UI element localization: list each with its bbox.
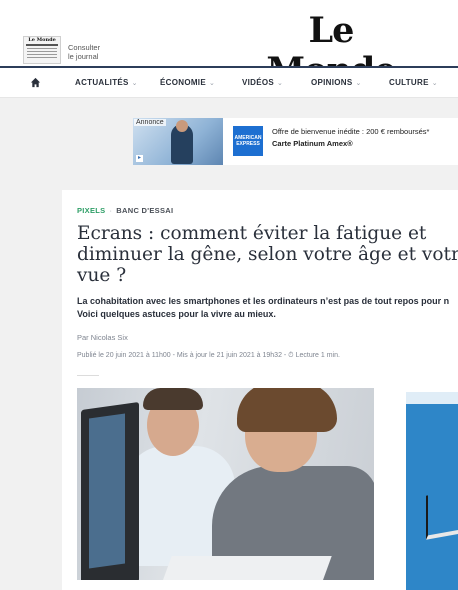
- amex-logo: AMERICAN EXPRESS: [233, 126, 263, 156]
- chevron-down-icon: ⌄: [277, 80, 284, 87]
- consult-line-2: le journal: [68, 52, 99, 61]
- title-line: vue ?: [77, 265, 127, 286]
- nav-item-actualites[interactable]: ACTUALITÉS ⌄: [75, 78, 138, 87]
- article-lead: La cohabitation avec les smartphones et …: [77, 295, 458, 321]
- article-author[interactable]: Par Nicolas Six: [77, 333, 128, 342]
- lead-line: Voici quelques astuces pour la vivre au …: [77, 309, 276, 319]
- ad-offer-text: Offre de bienvenue inédite : 200 € rembo…: [272, 127, 430, 136]
- nav-item-culture[interactable]: CULTURE ⌄: [389, 78, 438, 87]
- home-icon[interactable]: [30, 77, 41, 88]
- chevron-down-icon: ⌄: [355, 80, 362, 87]
- consult-line-1: Consulter: [68, 43, 101, 52]
- consult-journal-link[interactable]: Consulter le journal: [68, 43, 100, 61]
- article-title: Ecrans : comment éviter la fatigue et di…: [77, 223, 458, 286]
- chevron-down-icon: ⌄: [431, 80, 438, 87]
- ad-product-text: Carte Platinum Amex®: [272, 139, 353, 148]
- laptop-image: [426, 488, 458, 540]
- ad-label: Annonce: [134, 119, 166, 126]
- main-nav: ACTUALITÉS ⌄ ÉCONOMIE ⌄ VIDÉOS ⌄ OPINIONS ⌄ …: [0, 66, 458, 98]
- sidebar-ad[interactable]: [406, 392, 458, 590]
- chevron-down-icon: ⌄: [208, 80, 216, 87]
- nav-item-opinions[interactable]: OPINIONS ⌄: [311, 78, 362, 87]
- nav-item-videos[interactable]: VIDÉOS ⌄: [242, 78, 283, 87]
- article-kicker: PIXELS · BANC D'ESSAI: [77, 206, 174, 215]
- ad-image[interactable]: Annonce ▸: [133, 118, 223, 165]
- article-meta: Publié le 20 juin 2021 à 11h00 - Mis à j…: [77, 352, 340, 359]
- ad-banner[interactable]: Annonce ▸ AMERICAN EXPRESS Offre de bien…: [133, 118, 458, 165]
- article-photo: [77, 388, 374, 580]
- lead-line: La cohabitation avec les smartphones et …: [77, 296, 450, 306]
- title-line: diminuer la gêne, selon votre âge et vot…: [77, 244, 458, 265]
- ad-info-icon[interactable]: ▸: [136, 155, 143, 162]
- divider: [77, 375, 99, 376]
- title-line: Ecrans : comment éviter la fatigue et: [77, 223, 427, 244]
- site-header: Le Monde Consulter le journal Le Monde: [0, 0, 458, 91]
- nav-item-economie[interactable]: ÉCONOMIE ⌄: [160, 78, 215, 87]
- section-link[interactable]: PIXELS: [77, 206, 105, 215]
- journal-thumbnail[interactable]: Le Monde: [23, 36, 61, 64]
- article-card: PIXELS · BANC D'ESSAI Ecrans : comment évi…: [62, 190, 458, 590]
- journal-masthead: Le Monde: [28, 37, 56, 43]
- chevron-down-icon: ⌄: [131, 80, 138, 87]
- rubric-label: BANC D'ESSAI: [116, 206, 174, 215]
